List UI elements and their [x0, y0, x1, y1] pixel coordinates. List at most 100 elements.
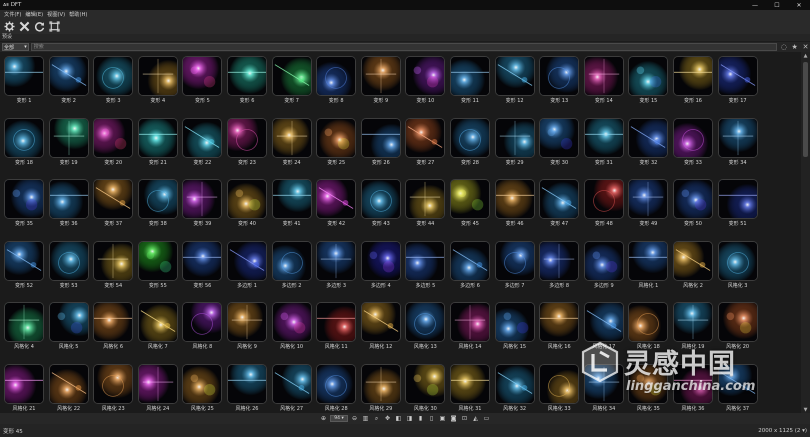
cancel-button[interactable] [18, 20, 30, 32]
preset-thumbnail[interactable] [494, 56, 535, 96]
preset-thumbnail[interactable] [494, 240, 535, 281]
magnifier-icon[interactable]: ⌕ [372, 414, 381, 423]
compare-view-icon[interactable]: ◨ [405, 414, 414, 423]
preset-tile[interactable]: 多边形 5 [405, 240, 446, 289]
menu-help[interactable]: 帮助(H) [67, 11, 89, 18]
preset-tile[interactable]: 变形 23 [227, 117, 267, 166]
preset-tile[interactable]: 风格化 2 [673, 240, 713, 289]
preset-thumbnail[interactable] [583, 302, 624, 342]
preset-thumbnail[interactable] [137, 240, 178, 281]
preset-tile[interactable]: 风格化 31 [450, 363, 490, 412]
preset-thumbnail[interactable] [93, 179, 134, 219]
preset-tile[interactable]: 风格化 30 [405, 363, 446, 412]
preset-thumbnail[interactable] [717, 363, 758, 404]
preset-tile[interactable]: 变形 25 [316, 117, 357, 166]
preset-thumbnail[interactable] [717, 179, 758, 219]
preset-thumbnail[interactable] [583, 179, 624, 219]
preset-tile[interactable]: 变形 41 [271, 179, 312, 227]
preset-thumbnail[interactable] [4, 117, 44, 158]
preset-thumbnail[interactable] [360, 179, 401, 219]
preset-tile[interactable]: 风格化 14 [450, 302, 490, 350]
settings-button[interactable] [3, 20, 15, 32]
preset-thumbnail[interactable] [93, 117, 134, 158]
preset-tile[interactable]: 变形 40 [227, 179, 267, 227]
preset-tile[interactable]: 风格化 5 [48, 302, 89, 350]
camera-icon[interactable]: ◙ [449, 414, 458, 423]
preset-thumbnail[interactable] [405, 117, 446, 158]
zoom-level-field[interactable]: 94 ▾ [330, 415, 348, 422]
preset-thumbnail[interactable] [227, 117, 267, 158]
preset-tile[interactable]: 变形 38 [137, 179, 178, 227]
preset-tile[interactable]: 风格化 34 [583, 363, 624, 412]
preset-tile[interactable]: 风格化 15 [494, 302, 535, 350]
maximize-button[interactable]: ☐ [766, 0, 788, 10]
preset-thumbnail[interactable] [227, 240, 267, 281]
preset-tile[interactable]: 风格化 35 [628, 363, 669, 412]
resolution-readout[interactable]: 2000 x 1125 (2 ▾) [758, 428, 807, 434]
preset-tile[interactable]: 变形 4 [137, 56, 178, 104]
preset-thumbnail[interactable] [48, 179, 89, 219]
preset-tile[interactable]: 风格化 32 [494, 363, 535, 412]
preset-tile[interactable]: 变形 10 [405, 56, 446, 104]
preset-tile[interactable]: 变形 30 [539, 117, 580, 166]
preset-tile[interactable]: 风格化 37 [717, 363, 758, 412]
preset-tile[interactable]: 变形 5 [182, 56, 223, 104]
preset-thumbnail[interactable] [316, 179, 357, 219]
preset-thumbnail[interactable] [628, 240, 669, 281]
menu-edit[interactable]: 编辑(E) [23, 11, 45, 18]
preset-tile[interactable]: 变形 33 [673, 117, 713, 166]
preset-tile[interactable]: 变形 52 [4, 240, 44, 289]
preset-thumbnail[interactable] [227, 302, 267, 342]
preset-thumbnail[interactable] [405, 363, 446, 404]
preset-thumbnail[interactable] [271, 117, 312, 158]
preset-tile[interactable]: 变形 2 [48, 56, 89, 104]
preset-tile[interactable]: 风格化 22 [48, 363, 89, 412]
preset-tile[interactable]: 风格化 26 [227, 363, 267, 412]
scroll-thumb[interactable] [803, 62, 808, 157]
preset-tile[interactable]: 风格化 8 [182, 302, 223, 350]
preset-thumbnail[interactable] [271, 179, 312, 219]
preset-thumbnail[interactable] [673, 179, 713, 219]
preset-tile[interactable]: 变形 15 [628, 56, 669, 104]
preset-thumbnail[interactable] [137, 117, 178, 158]
channels-icon[interactable]: ▥ [361, 414, 370, 423]
preset-tile[interactable]: 风格化 29 [360, 363, 401, 412]
preset-thumbnail[interactable] [494, 117, 535, 158]
preset-thumbnail[interactable] [271, 240, 312, 281]
preset-thumbnail[interactable] [360, 363, 401, 404]
preset-thumbnail[interactable] [182, 302, 223, 342]
preset-tile[interactable]: 风格化 11 [316, 302, 357, 350]
delete-preset-icon[interactable]: ✕ [801, 43, 810, 52]
preset-thumbnail[interactable] [450, 179, 490, 219]
preset-thumbnail[interactable] [494, 179, 535, 219]
single-view-icon[interactable]: ▮ [416, 414, 425, 423]
preset-tile[interactable]: 变形 45 [450, 179, 490, 227]
preset-tile[interactable]: 变形 31 [583, 117, 624, 166]
preset-thumbnail[interactable] [360, 302, 401, 342]
preset-thumbnail[interactable] [48, 363, 89, 404]
preset-tile[interactable]: 变形 47 [539, 179, 580, 227]
preset-thumbnail[interactable] [673, 302, 713, 342]
preset-thumbnail[interactable] [494, 363, 535, 404]
histogram-icon[interactable]: ◭ [471, 414, 480, 423]
preset-tile[interactable]: 变形 16 [673, 56, 713, 104]
preset-thumbnail[interactable] [360, 117, 401, 158]
preset-tile[interactable]: 变形 17 [717, 56, 758, 104]
preset-thumbnail[interactable] [717, 117, 758, 158]
preset-thumbnail[interactable] [583, 363, 624, 404]
preset-thumbnail[interactable] [4, 363, 44, 404]
search-input[interactable]: 搜索 [30, 43, 778, 51]
preset-thumbnail[interactable] [137, 56, 178, 96]
preset-thumbnail[interactable] [48, 302, 89, 342]
preset-thumbnail[interactable] [4, 240, 44, 281]
split-view-icon[interactable]: ◧ [394, 414, 403, 423]
preset-tile[interactable]: 变形 1 [4, 56, 44, 104]
preset-tile[interactable]: 变形 50 [673, 179, 713, 227]
preset-thumbnail[interactable] [271, 302, 312, 342]
snapshot-icon[interactable]: ▣ [438, 414, 447, 423]
preset-tile[interactable]: 风格化 18 [628, 302, 669, 350]
fit-view-icon[interactable]: ⊡ [460, 414, 469, 423]
preset-thumbnail[interactable] [137, 179, 178, 219]
refresh-button[interactable] [33, 20, 45, 32]
preset-thumbnail[interactable] [4, 302, 44, 342]
